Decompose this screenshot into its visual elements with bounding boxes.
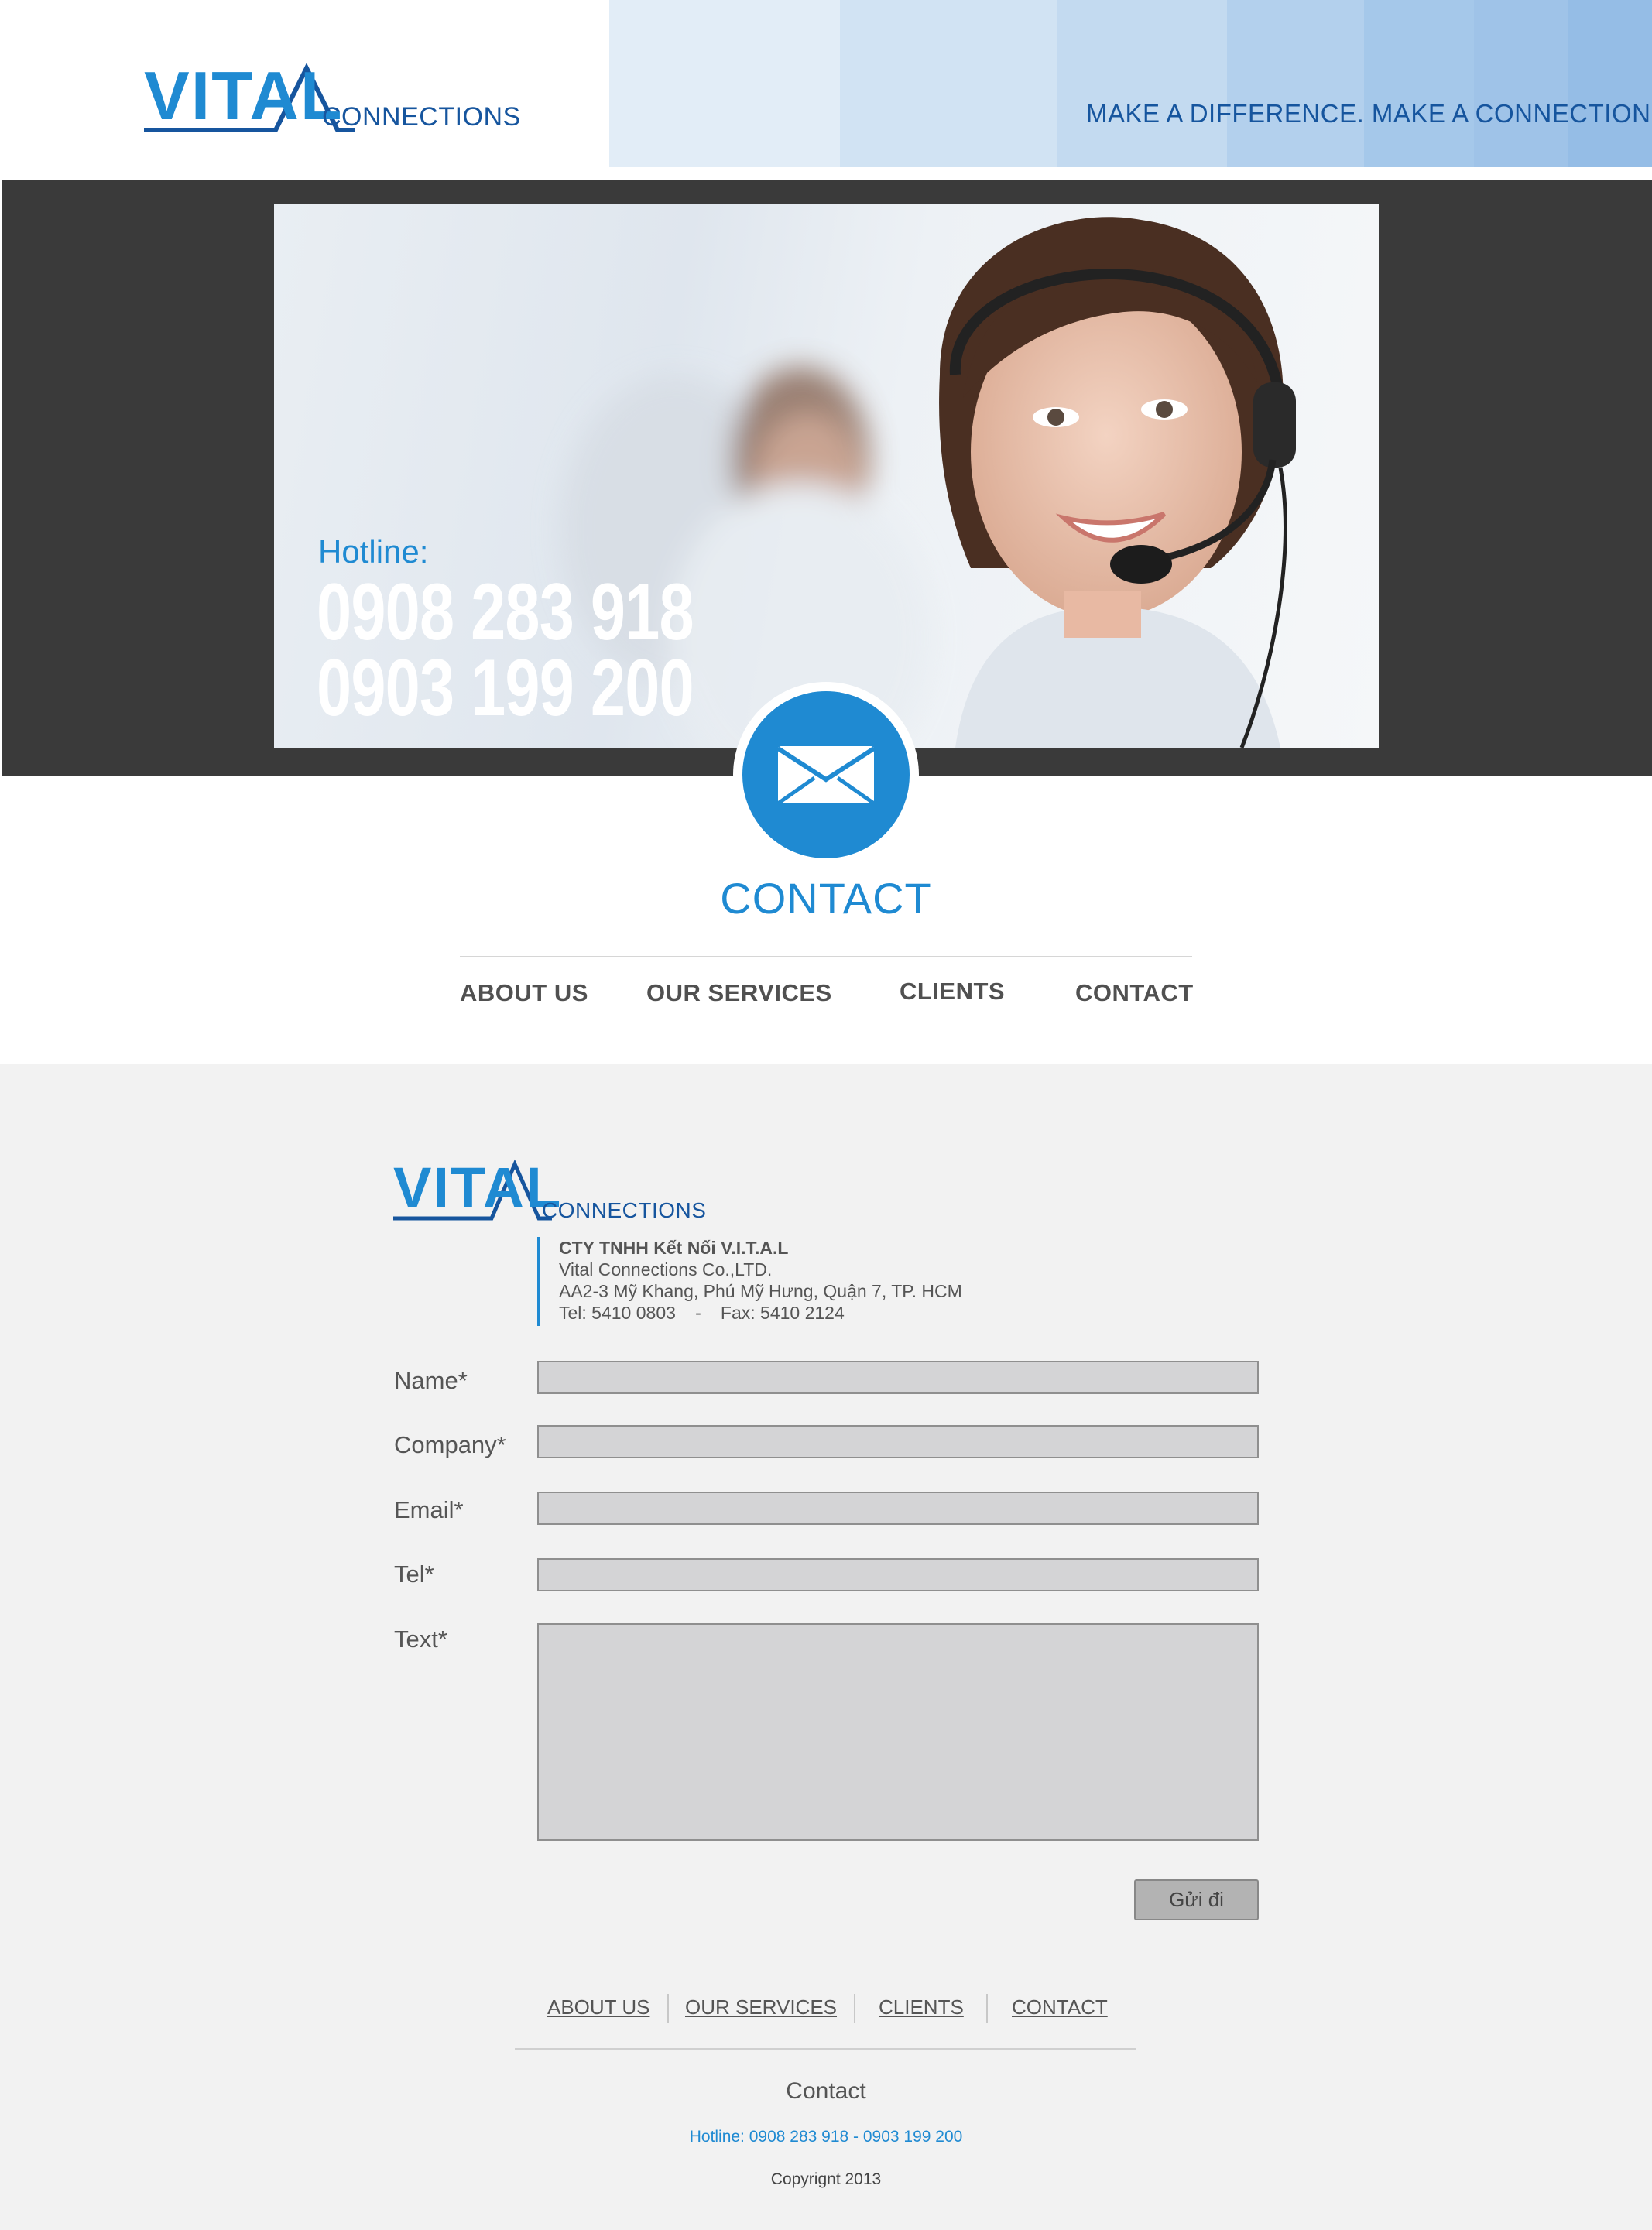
nav-contact[interactable]: CONTACT bbox=[1075, 979, 1194, 1007]
company-tel: Tel: 5410 0803 bbox=[559, 1303, 676, 1323]
footer-copyright: Copyrignt 2013 bbox=[770, 2170, 882, 2188]
hotline-number-2: 0903 199 200 bbox=[317, 643, 694, 733]
email-field[interactable] bbox=[537, 1492, 1259, 1525]
header-logo[interactable]: VITAL CONNECTIONS bbox=[144, 57, 520, 138]
nav-clients[interactable]: CLIENTS bbox=[900, 978, 1005, 1005]
footer-nav-clients[interactable]: CLIENTS bbox=[879, 1995, 964, 2019]
name-field[interactable] bbox=[537, 1361, 1259, 1394]
footer-divider-line bbox=[515, 2048, 1136, 2050]
footer-nav-divider bbox=[854, 1994, 855, 2023]
header-tagline: MAKE A DIFFERENCE. MAKE A CONNECTION. bbox=[1086, 99, 1652, 128]
submit-button[interactable]: Gửi đi bbox=[1134, 1879, 1259, 1920]
tel-label: Tel* bbox=[394, 1560, 434, 1588]
footer-nav-divider bbox=[667, 1994, 669, 2023]
logo-word: VITAL bbox=[144, 57, 344, 134]
main-nav-divider bbox=[460, 956, 1192, 957]
email-label: Email* bbox=[394, 1496, 464, 1523]
site-header: VITAL CONNECTIONS MAKE A DIFFERENCE. MAK… bbox=[0, 0, 1652, 180]
hotline-label: Hotline: bbox=[318, 533, 429, 570]
tel-fax-separator: - bbox=[695, 1303, 701, 1323]
hero-photo: Hotline: 0908 283 918 0903 199 200 bbox=[274, 204, 1379, 748]
footer-title: Contact bbox=[786, 2078, 866, 2104]
nav-about-us[interactable]: ABOUT US bbox=[460, 979, 588, 1007]
footer-nav-contact[interactable]: CONTACT bbox=[1012, 1995, 1108, 2019]
tel-field[interactable] bbox=[537, 1558, 1259, 1591]
company-name-vi: CTY TNHH Kết Nối V.I.T.A.L bbox=[559, 1238, 789, 1258]
footer-nav-divider bbox=[986, 1994, 988, 2023]
footer-hotline: Hotline: 0908 283 918 - 0903 199 200 bbox=[689, 2128, 963, 2146]
name-label: Name* bbox=[394, 1367, 468, 1394]
company-name-en: Vital Connections Co.,LTD. bbox=[559, 1259, 773, 1279]
company-tel-fax: Tel: 5410 0803- Fax: 5410 2124 bbox=[559, 1302, 962, 1324]
envelope-icon bbox=[742, 691, 910, 858]
nav-our-services[interactable]: OUR SERVICES bbox=[646, 979, 832, 1007]
company-label: Company* bbox=[394, 1431, 506, 1458]
company-address: CTY TNHH Kết Nối V.I.T.A.L Vital Connect… bbox=[537, 1237, 962, 1326]
footer-logo[interactable]: VITAL CONNECTIONS bbox=[393, 1156, 707, 1224]
footer-nav-our-services[interactable]: OUR SERVICES bbox=[685, 1995, 837, 2019]
page-title: CONTACT bbox=[720, 874, 932, 923]
logo-sub: CONNECTIONS bbox=[322, 102, 521, 132]
message-textarea[interactable] bbox=[537, 1623, 1259, 1841]
company-fax: Fax: 5410 2124 bbox=[720, 1303, 845, 1323]
company-street: AA2-3 Mỹ Khang, Phú Mỹ Hưng, Quận 7, TP.… bbox=[559, 1281, 962, 1301]
footer-nav-about-us[interactable]: ABOUT US bbox=[547, 1995, 649, 2019]
company-field[interactable] bbox=[537, 1425, 1259, 1458]
header-stripes bbox=[609, 0, 1652, 167]
footer-logo-sub: CONNECTIONS bbox=[542, 1198, 707, 1222]
footer-logo-word: VITAL bbox=[393, 1156, 563, 1220]
text-label: Text* bbox=[394, 1625, 447, 1653]
